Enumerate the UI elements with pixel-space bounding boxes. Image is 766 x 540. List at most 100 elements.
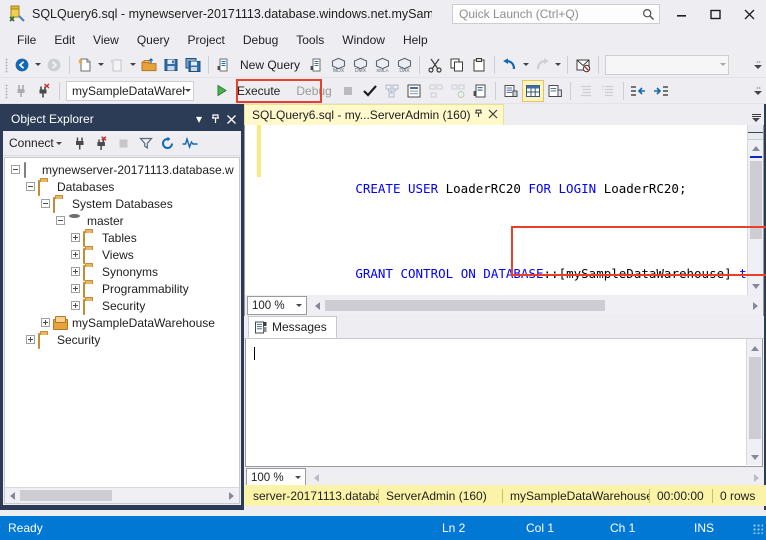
pin-icon[interactable]	[207, 110, 223, 128]
results-to-grid-button[interactable]	[521, 79, 544, 102]
tree-node-programmability[interactable]: Programmability	[5, 280, 239, 298]
toolbar-grip[interactable]	[2, 82, 11, 100]
stop-button[interactable]	[337, 80, 359, 102]
menu-project[interactable]: Project	[179, 30, 234, 50]
results-to-text-button[interactable]	[500, 80, 522, 102]
tree-node-server[interactable]: mynewserver-20171113.database.w	[5, 161, 239, 178]
menu-tools[interactable]: Tools	[287, 30, 333, 50]
messages-pane[interactable]	[245, 339, 763, 467]
menu-file[interactable]: File	[8, 30, 45, 50]
expander-minus-icon[interactable]	[56, 216, 65, 225]
expander-plus-icon[interactable]	[71, 284, 80, 293]
sql-code-text[interactable]: CREATE USER LoaderRC20 FOR LOGIN LoaderR…	[265, 129, 763, 295]
include-client-statistics-button[interactable]	[447, 80, 469, 102]
object-explorer-menu-button[interactable]: ▾	[191, 110, 207, 128]
object-explorer-hscrollbar[interactable]	[4, 487, 240, 504]
quick-launch-input[interactable]: Quick Launch (Ctrl+Q)	[452, 4, 660, 24]
navigate-backward-dropdown[interactable]	[33, 63, 43, 66]
new-dmx-query-button[interactable]: DMX	[349, 54, 371, 76]
scroll-up-button[interactable]	[750, 142, 762, 154]
tree-node-synonyms[interactable]: Synonyms	[5, 263, 239, 281]
minimize-button[interactable]	[664, 0, 698, 28]
tree-node-master[interactable]: master	[5, 212, 239, 229]
menu-window[interactable]: Window	[333, 30, 394, 50]
expander-minus-icon[interactable]	[41, 199, 50, 208]
scrollbar-thumb[interactable]	[750, 161, 762, 239]
scrollbar-thumb[interactable]	[325, 300, 605, 311]
filter-button[interactable]	[135, 132, 157, 154]
tree-node-security-master[interactable]: Security	[5, 297, 239, 315]
save-button[interactable]	[160, 54, 182, 76]
new-query-button[interactable]	[213, 54, 235, 76]
expander-plus-icon[interactable]	[41, 318, 50, 327]
save-all-button[interactable]	[182, 54, 204, 76]
disconnect-object-explorer-button[interactable]	[91, 132, 113, 154]
tree-node-system-databases[interactable]: System Databases	[5, 195, 239, 213]
scroll-left-button[interactable]	[5, 488, 20, 503]
execute-button[interactable]	[210, 80, 232, 102]
scroll-down-button[interactable]	[750, 280, 762, 292]
connect-button-label[interactable]: Connect	[9, 136, 56, 150]
redo-button[interactable]	[531, 54, 553, 76]
copy-button[interactable]	[446, 54, 468, 76]
menu-debug[interactable]: Debug	[234, 30, 287, 50]
pin-icon[interactable]	[471, 108, 485, 122]
expander-plus-icon[interactable]	[71, 267, 80, 276]
expander-plus-icon[interactable]	[26, 335, 35, 344]
sql-toolbar-overflow-button[interactable]	[752, 80, 764, 102]
messages-vertical-scrollbar[interactable]	[746, 339, 762, 465]
tree-node-databases[interactable]: Databases	[5, 178, 239, 196]
navigate-backward-button[interactable]	[11, 54, 33, 76]
undo-dropdown[interactable]	[521, 63, 531, 66]
expander-minus-icon[interactable]	[26, 182, 35, 191]
display-estimated-execution-plan-button[interactable]	[381, 80, 403, 102]
new-mdx-query-button[interactable]: MDX	[327, 54, 349, 76]
tree-node-tables[interactable]: Tables	[5, 229, 239, 247]
disconnect-button[interactable]	[33, 80, 55, 102]
tree-node-views[interactable]: Views	[5, 246, 239, 264]
scroll-up-button[interactable]	[749, 342, 761, 354]
menu-help[interactable]: Help	[394, 30, 437, 50]
chevron-down-icon[interactable]	[55, 141, 62, 145]
expander-minus-icon[interactable]	[11, 165, 20, 174]
new-query-file-dropdown[interactable]	[96, 63, 106, 66]
increase-indent-button[interactable]	[650, 80, 672, 102]
comment-lines-button[interactable]	[575, 80, 597, 102]
connect-button[interactable]	[11, 80, 33, 102]
tabstrip-overflow-button[interactable]	[748, 114, 764, 125]
parse-button[interactable]	[359, 80, 381, 102]
scroll-right-button[interactable]	[224, 488, 239, 503]
results-horizontal-scrollbar[interactable]	[309, 469, 764, 486]
include-actual-execution-plan-button[interactable]	[425, 80, 447, 102]
menu-edit[interactable]: Edit	[45, 30, 84, 50]
intellisense-enabled-button[interactable]	[469, 80, 491, 102]
uncomment-lines-button[interactable]: ?	[597, 80, 619, 102]
results-to-file-button[interactable]	[544, 80, 566, 102]
activity-monitor-button[interactable]	[179, 132, 201, 154]
expander-plus-icon[interactable]	[71, 301, 80, 310]
editor-zoom-combo[interactable]: 100 %	[247, 296, 307, 315]
scrollbar-thumb[interactable]	[20, 490, 112, 501]
new-query-label[interactable]: New Query	[235, 58, 305, 72]
object-explorer-tree[interactable]: mynewserver-20171113.database.w Database…	[4, 157, 240, 487]
stop-object-explorer-button[interactable]	[113, 132, 135, 154]
cancel-executing-query-button[interactable]	[572, 54, 594, 76]
open-file-button[interactable]	[138, 54, 160, 76]
close-icon[interactable]	[486, 109, 500, 122]
scroll-left-button[interactable]	[309, 470, 324, 485]
undo-button[interactable]	[499, 54, 521, 76]
expander-plus-icon[interactable]	[71, 250, 80, 259]
tree-node-security-server[interactable]: Security	[5, 331, 239, 349]
scroll-right-button[interactable]	[749, 470, 764, 485]
resize-grip[interactable]	[750, 521, 764, 535]
editor-horizontal-scrollbar[interactable]	[310, 297, 763, 314]
menu-query[interactable]: Query	[128, 30, 179, 50]
editor-vertical-scrollbar[interactable]	[747, 125, 763, 295]
redo-dropdown[interactable]	[553, 63, 563, 66]
new-dax-query-button[interactable]: DAX	[393, 54, 415, 76]
close-icon[interactable]	[223, 110, 239, 128]
toolbar-overflow-button[interactable]	[752, 54, 764, 76]
execute-label[interactable]: Execute	[232, 84, 285, 98]
database-combo[interactable]: mySampleDataWarehouse	[66, 80, 194, 101]
paste-button[interactable]	[468, 54, 490, 76]
